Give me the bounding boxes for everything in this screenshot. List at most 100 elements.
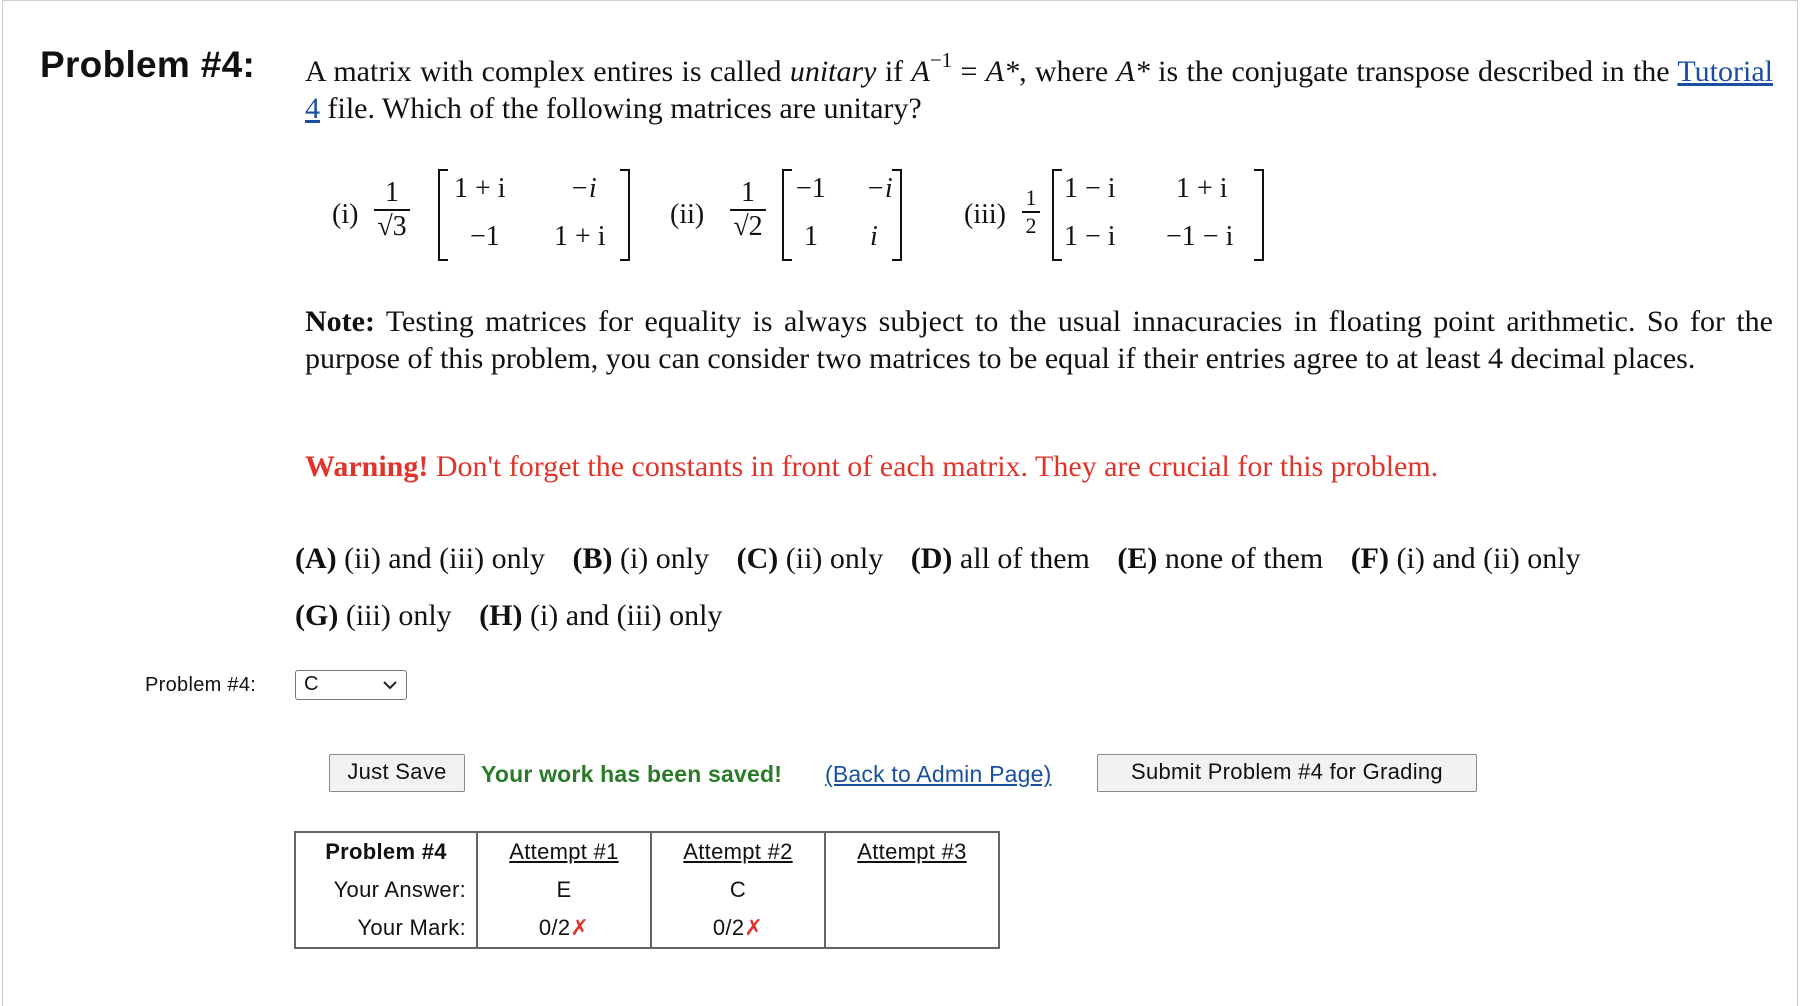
matrix-cell: 1 + i xyxy=(454,173,506,204)
matrix-iii: (iii) 1 2 1 − i 1 + i 1 − i −1 − i xyxy=(964,165,1264,270)
math-A-star: A* xyxy=(985,55,1020,88)
problem-label: Problem #4: xyxy=(40,44,256,85)
back-to-admin-link[interactable]: (Back to Admin Page) xyxy=(825,761,1051,788)
math-A-star: A* xyxy=(1116,55,1150,88)
attempts-table: Problem #4 Attempt #1 Attempt #2 Attempt… xyxy=(294,831,1000,949)
choice-text: none of them xyxy=(1164,542,1324,575)
choice-text: all of them xyxy=(959,542,1090,575)
saved-message: Your work has been saved! xyxy=(481,761,783,787)
problem-statement: A matrix with complex entires is called … xyxy=(305,50,1773,127)
matrix-i: (i) 1 √3 1 + i −i −1 1 + i xyxy=(332,165,652,270)
matrix-label: (ii) xyxy=(670,199,705,230)
table-row: Your Mark: 0/2✗ 0/2✗ xyxy=(295,909,999,948)
matrix-fraction: 1 √3 xyxy=(374,177,410,243)
table-header-attempt-1: Attempt #1 xyxy=(476,832,651,871)
your-mark-label: Your Mark: xyxy=(357,915,466,940)
choice-key: (G) xyxy=(295,599,339,632)
warning-bold: Warning! xyxy=(305,450,429,483)
choice-F: (F) (i) and (ii) only xyxy=(1351,542,1581,575)
statement-text: , where xyxy=(1019,55,1117,88)
right-bracket xyxy=(892,169,902,261)
fraction-denominator: √3 xyxy=(377,211,407,242)
statement-text: is the conjugate transpose described in … xyxy=(1149,55,1678,88)
matrix-ii: (ii) 1 √2 −1 −i 1 i xyxy=(670,165,930,270)
left-bracket xyxy=(782,169,792,261)
table-row: Your Answer: E C xyxy=(295,871,999,909)
matrix-fraction: 1 √2 xyxy=(730,177,766,243)
choice-text: (iii) only xyxy=(345,599,452,632)
answer-select[interactable]: C xyxy=(295,670,407,700)
table-cell: C xyxy=(650,871,825,909)
matrix-cell: −1 − i xyxy=(1166,221,1234,252)
answer-select-value: C xyxy=(304,673,319,695)
table-header-attempt-3: Attempt #3 xyxy=(824,832,999,871)
matrix-cell: 1 + i xyxy=(1176,173,1228,204)
mark-value: 0/2 xyxy=(712,915,745,940)
choice-text: (ii) only xyxy=(785,542,884,575)
answer-choices: (A) (ii) and (iii) only (B) (i) only (C)… xyxy=(295,542,1601,656)
right-bracket xyxy=(1254,169,1264,261)
choice-key: (H) xyxy=(479,599,523,632)
matrix-cell: −i xyxy=(866,173,893,204)
matrices-row: (i) 1 √3 1 + i −i −1 1 + i (ii) 1 √2 −1 … xyxy=(320,165,1770,270)
wrong-mark-icon: ✗ xyxy=(570,915,590,940)
statement-text: = xyxy=(952,55,986,88)
left-bracket xyxy=(438,169,448,261)
choice-H: (H) (i) and (iii) only xyxy=(479,599,722,632)
fraction-numerator: 1 xyxy=(1025,185,1037,210)
matrix-cell: 1 + i xyxy=(554,221,606,252)
matrix-cell: 1 − i xyxy=(1064,221,1116,252)
matrix-cell: i xyxy=(870,221,878,252)
table-header-problem: Problem #4 xyxy=(325,839,447,864)
choice-text: (i) and (iii) only xyxy=(529,599,723,632)
fraction-numerator: 1 xyxy=(385,177,399,208)
table-cell xyxy=(824,909,999,948)
mark-value: 0/2 xyxy=(538,915,571,940)
choice-text: (ii) and (iii) only xyxy=(344,542,545,575)
chevron-down-icon xyxy=(383,681,397,690)
choice-text: (i) and (ii) only xyxy=(1396,542,1581,575)
statement-text: A matrix with complex entires is called xyxy=(305,55,790,88)
table-cell: 0/2✗ xyxy=(476,909,651,948)
left-bracket xyxy=(1052,169,1062,261)
fraction-denominator: √2 xyxy=(733,211,763,242)
warning-text: Don't forget the constants in front of e… xyxy=(428,450,1439,483)
matrix-cell: −1 xyxy=(796,173,826,204)
choices-line-1: (A) (ii) and (iii) only (B) (i) only (C)… xyxy=(295,542,1601,599)
math-inverse-exponent: −1 xyxy=(929,48,953,72)
math-A: A xyxy=(911,55,930,88)
choice-A: (A) (ii) and (iii) only xyxy=(295,542,545,575)
attempt-2-link[interactable]: Attempt #2 xyxy=(683,839,792,864)
statement-unitary: unitary xyxy=(789,55,877,88)
wrong-mark-icon: ✗ xyxy=(744,915,764,940)
statement-text: file. Which of the following matrices ar… xyxy=(320,92,922,125)
matrix-label: (iii) xyxy=(964,199,1006,230)
choice-D: (D) all of them xyxy=(911,542,1090,575)
table-cell xyxy=(824,871,999,909)
note-text: Testing matrices for equality is always … xyxy=(305,305,1773,375)
choices-line-2: (G) (iii) only (H) (i) and (iii) only xyxy=(295,599,1601,656)
submit-for-grading-button[interactable]: Submit Problem #4 for Grading xyxy=(1097,754,1477,792)
table-cell: 0/2✗ xyxy=(650,909,825,948)
matrix-cell: −1 xyxy=(470,221,500,252)
choice-key: (E) xyxy=(1117,542,1158,575)
note-paragraph: Note: Testing matrices for equality is a… xyxy=(305,303,1773,377)
matrix-label: (i) xyxy=(332,199,359,230)
matrix-cell: 1 xyxy=(804,221,818,252)
attempt-1-link[interactable]: Attempt #1 xyxy=(509,839,618,864)
your-answer-label: Your Answer: xyxy=(333,877,466,902)
table-header-attempt-2: Attempt #2 xyxy=(650,832,825,871)
table-cell: E xyxy=(476,871,651,909)
attempt-3-link[interactable]: Attempt #3 xyxy=(857,839,966,864)
choice-key: (C) xyxy=(736,542,779,575)
answer-select-label: Problem #4: xyxy=(145,674,257,696)
table-row: Problem #4 Attempt #1 Attempt #2 Attempt… xyxy=(295,832,999,871)
fraction-numerator: 1 xyxy=(741,177,755,208)
fraction-denominator: 2 xyxy=(1025,213,1037,238)
right-bracket xyxy=(620,169,630,261)
choice-key: (F) xyxy=(1350,542,1389,575)
note-bold: Note: xyxy=(305,305,375,338)
choice-B: (B) (i) only xyxy=(572,542,709,575)
just-save-button[interactable]: Just Save xyxy=(329,754,465,792)
choice-C: (C) (ii) only xyxy=(737,542,884,575)
